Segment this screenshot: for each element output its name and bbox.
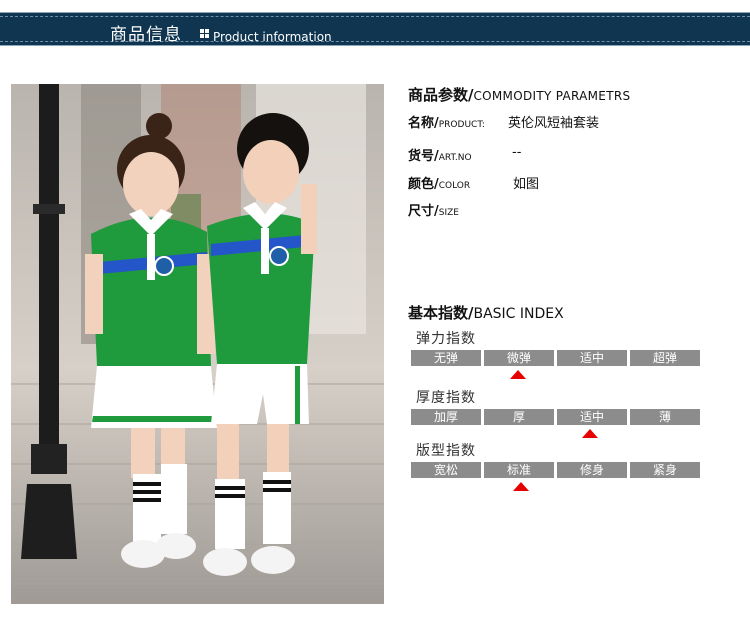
scale-option: 紧身	[630, 462, 700, 478]
basic-index-title-en: BASIC INDEX	[473, 306, 564, 322]
param-row-color: 颜色/COLOR 如图	[408, 173, 539, 192]
param-row-product: 名称/PRODUCT: 英伦风短袖套装	[408, 112, 599, 131]
param-label: 颜色/	[408, 177, 439, 192]
elasticity-scale: 无弹 微弹 适中 超弹	[411, 350, 700, 368]
param-label: 名称/	[408, 116, 439, 131]
elasticity-selected-marker	[510, 370, 526, 379]
param-label: 货号/	[408, 149, 439, 164]
fit-selected-marker	[513, 482, 529, 491]
product-photo-illustration	[11, 84, 384, 604]
scale-option: 无弹	[411, 350, 481, 366]
scale-option: 薄	[630, 409, 700, 425]
param-label-en: ART.NO	[438, 153, 472, 163]
params-title-cn: 商品参数/	[408, 86, 474, 104]
scale-option: 修身	[557, 462, 627, 478]
elasticity-index-title: 弹力指数	[416, 331, 476, 347]
section-header-bar: 商品信息 Product information	[0, 12, 750, 46]
param-value: 英伦风短袖套装	[508, 116, 600, 131]
header-subtitle: Product information	[213, 30, 332, 44]
thickness-selected-marker	[582, 429, 598, 438]
scale-option: 厚	[484, 409, 554, 425]
fit-scale: 宽松 标准 修身 紧身	[411, 462, 700, 480]
scale-option: 微弹	[484, 350, 554, 366]
param-row-size: 尺寸/SIZE	[408, 200, 459, 219]
param-value: --	[512, 145, 522, 160]
thickness-index-title: 厚度指数	[416, 390, 476, 406]
param-label: 尺寸/	[408, 204, 439, 219]
param-label-en: PRODUCT:	[438, 120, 485, 130]
scale-option: 超弹	[630, 350, 700, 366]
params-title: 商品参数/COMMODITY PARAMETRS	[408, 84, 630, 105]
param-label-en: SIZE	[438, 208, 459, 218]
product-photo	[11, 84, 384, 604]
basic-index-title: 基本指数/BASIC INDEX	[408, 302, 564, 323]
grid-icon	[200, 29, 209, 38]
params-title-en: COMMODITY PARAMETRS	[473, 89, 631, 103]
thickness-scale: 加厚 厚 适中 薄	[411, 409, 700, 427]
scale-option: 标准	[484, 462, 554, 478]
fit-index-title: 版型指数	[416, 443, 476, 459]
basic-index-title-cn: 基本指数/	[408, 304, 474, 322]
header-title: 商品信息	[110, 25, 182, 45]
param-row-art-no: 货号/ART.NO --	[408, 145, 521, 164]
scale-option: 加厚	[411, 409, 481, 425]
header-stripe-top	[0, 16, 750, 17]
param-value: 如图	[513, 177, 540, 192]
param-label-en: COLOR	[438, 181, 471, 191]
scale-option: 宽松	[411, 462, 481, 478]
scale-option: 适中	[557, 409, 627, 425]
scale-option: 适中	[557, 350, 627, 366]
